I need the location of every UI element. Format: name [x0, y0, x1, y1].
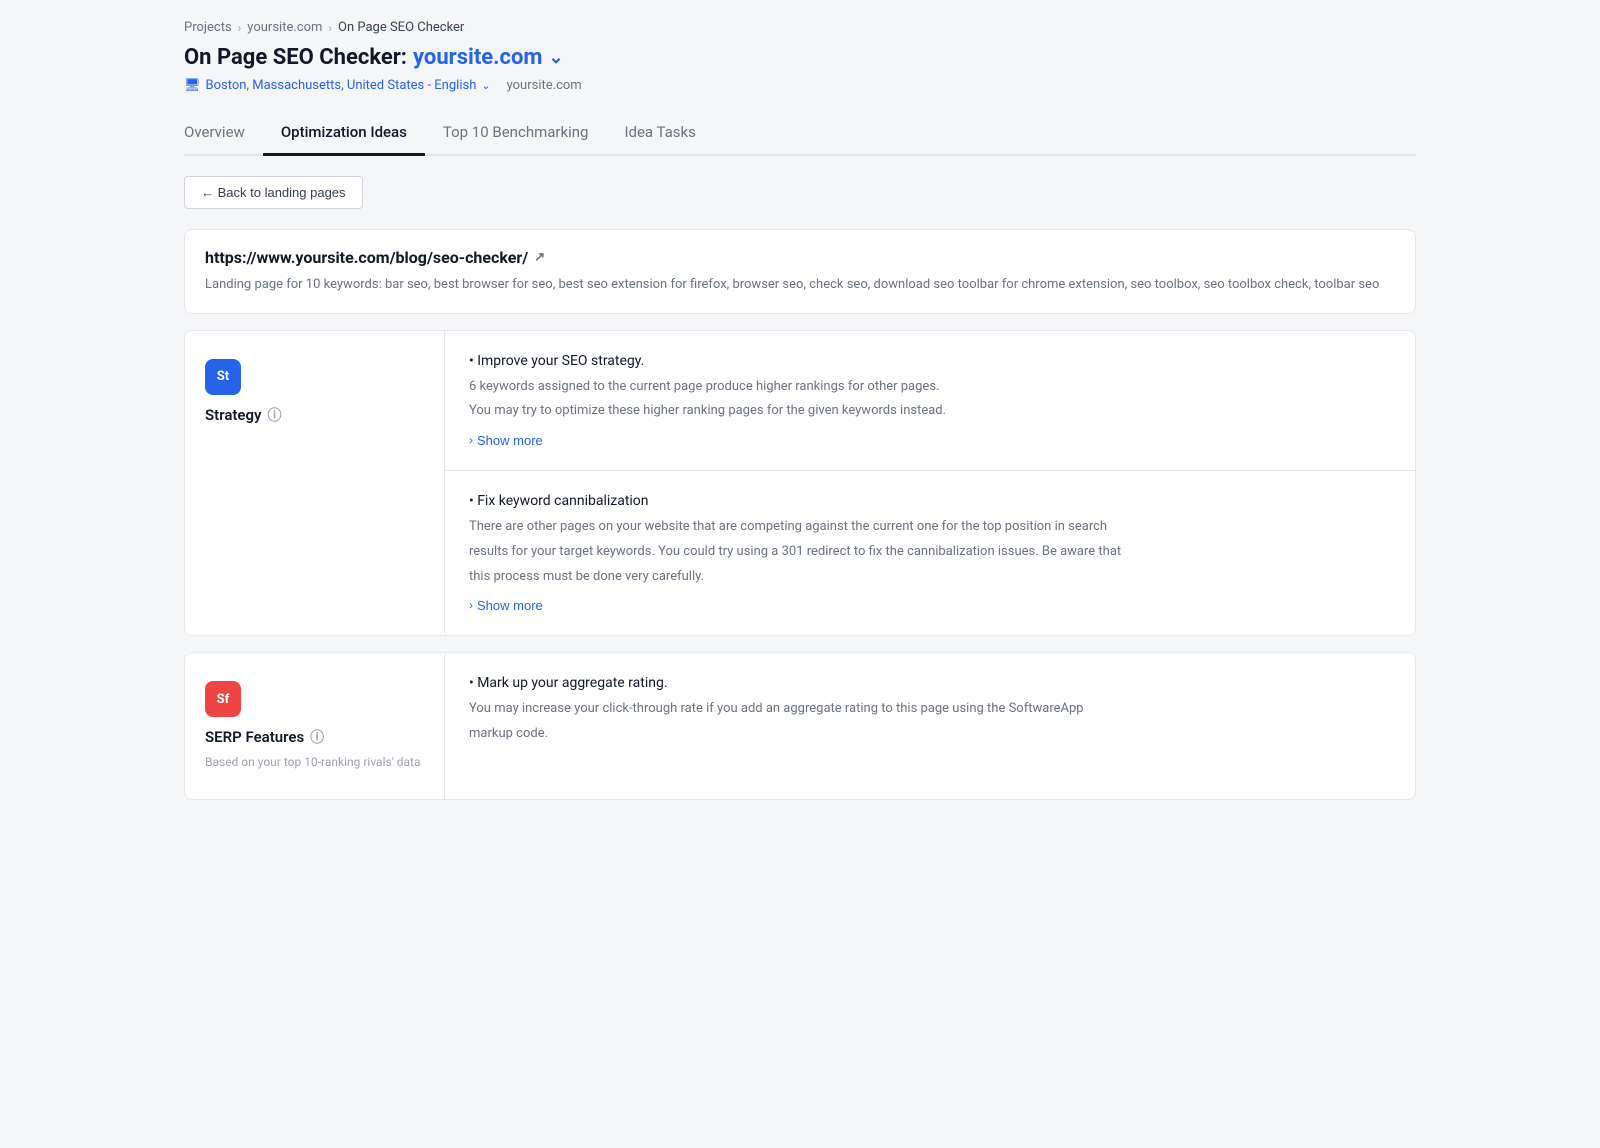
show-more-chevron-icon: › — [469, 433, 473, 447]
idea-improve-seo-desc: 6 keywords assigned to the current page … — [469, 377, 1391, 423]
idea-cann-line-1: There are other pages on your website th… — [469, 517, 1391, 538]
idea-improve-seo-title: • Improve your SEO strategy. — [469, 353, 1391, 369]
site-dropdown-icon[interactable]: ⌄ — [549, 47, 564, 68]
external-link-icon: ↗ — [534, 250, 545, 265]
idea-aggregate-title: • Mark up your aggregate rating. — [469, 675, 1391, 691]
show-more-cann-chevron-icon: › — [469, 598, 473, 612]
idea-desc-line-2: You may try to optimize these higher ran… — [469, 401, 1391, 422]
idea-improve-seo-strategy: • Improve your SEO strategy. 6 keywords … — [445, 331, 1415, 472]
idea-agg-line-2: markup code. — [469, 724, 1391, 745]
show-more-improve-seo-label: Show more — [477, 433, 543, 448]
serp-badge: Sf — [205, 681, 241, 717]
idea-aggregate-rating: • Mark up your aggregate rating. You may… — [445, 653, 1415, 777]
location-text: Boston, Massachusetts, United States - E… — [206, 78, 477, 93]
tab-idea-tasks[interactable]: Idea Tasks — [606, 113, 713, 156]
breadcrumb-sep-1: › — [238, 21, 242, 35]
idea-cann-line-2: results for your target keywords. You co… — [469, 542, 1391, 563]
serp-title: SERP Features ⓘ — [205, 727, 424, 747]
strategy-content: • Improve your SEO strategy. 6 keywords … — [445, 331, 1415, 636]
strategy-info-icon[interactable]: ⓘ — [268, 405, 282, 425]
strategy-section-card: St Strategy ⓘ • Improve your SEO strateg… — [184, 330, 1416, 637]
idea-keyword-cannibalization: • Fix keyword cannibalization There are … — [445, 471, 1415, 635]
serp-content: • Mark up your aggregate rating. You may… — [445, 653, 1415, 799]
url-card: https://www.yoursite.com/blog/seo-checke… — [184, 229, 1416, 314]
idea-desc-line-1: 6 keywords assigned to the current page … — [469, 377, 1391, 398]
idea-cannibalization-title: • Fix keyword cannibalization — [469, 493, 1391, 509]
breadcrumb-current: On Page SEO Checker — [338, 20, 464, 35]
breadcrumb: Projects › yoursite.com › On Page SEO Ch… — [184, 20, 1416, 35]
breadcrumb-site[interactable]: yoursite.com — [247, 20, 322, 35]
url-text[interactable]: https://www.yoursite.com/blog/seo-checke… — [205, 248, 528, 267]
show-more-improve-seo-button[interactable]: › Show more — [469, 433, 543, 448]
serp-title-label: SERP Features — [205, 728, 304, 746]
idea-agg-line-1: You may increase your click-through rate… — [469, 699, 1391, 720]
location-selector[interactable]: 🖥 Boston, Massachusetts, United States -… — [184, 78, 491, 93]
tab-overview[interactable]: Overview — [184, 113, 263, 156]
page-title-prefix: On Page SEO Checker: — [184, 45, 407, 70]
tabs-bar: Overview Optimization Ideas Top 10 Bench… — [184, 113, 1416, 156]
page-title: On Page SEO Checker: yoursite.com ⌄ — [184, 45, 1416, 70]
breadcrumb-projects[interactable]: Projects — [184, 20, 232, 35]
serp-subtitle: Based on your top 10-ranking rivals' dat… — [205, 753, 424, 771]
serp-features-section-card: Sf SERP Features ⓘ Based on your top 10-… — [184, 652, 1416, 800]
url-keywords: Landing page for 10 keywords: bar seo, b… — [205, 275, 1395, 295]
strategy-sidebar: St Strategy ⓘ — [185, 331, 445, 636]
page-wrapper: Projects › yoursite.com › On Page SEO Ch… — [160, 0, 1440, 1148]
page-title-site-link[interactable]: yoursite.com — [413, 45, 542, 70]
idea-cann-line-3: this process must be done very carefully… — [469, 567, 1391, 588]
url-link: https://www.yoursite.com/blog/seo-checke… — [205, 248, 1395, 267]
strategy-title-label: Strategy — [205, 406, 262, 424]
monitor-icon: 🖥 — [184, 78, 201, 93]
strategy-title: Strategy ⓘ — [205, 405, 424, 425]
breadcrumb-sep-2: › — [328, 21, 332, 35]
location-domain: yoursite.com — [507, 78, 582, 93]
idea-aggregate-desc: You may increase your click-through rate… — [469, 699, 1391, 745]
serp-sidebar: Sf SERP Features ⓘ Based on your top 10-… — [185, 653, 445, 799]
location-chevron-icon: ⌄ — [481, 79, 490, 92]
show-more-cannibalization-label: Show more — [477, 598, 543, 613]
idea-cannibalization-desc: There are other pages on your website th… — [469, 517, 1391, 587]
serp-info-icon[interactable]: ⓘ — [310, 727, 324, 747]
show-more-cannibalization-button[interactable]: › Show more — [469, 598, 543, 613]
tab-optimization-ideas[interactable]: Optimization Ideas — [263, 113, 425, 156]
tab-top10-benchmarking[interactable]: Top 10 Benchmarking — [425, 113, 607, 156]
back-to-landing-pages-button[interactable]: ← Back to landing pages — [184, 176, 363, 209]
strategy-badge: St — [205, 359, 241, 395]
location-bar: 🖥 Boston, Massachusetts, United States -… — [184, 78, 1416, 93]
